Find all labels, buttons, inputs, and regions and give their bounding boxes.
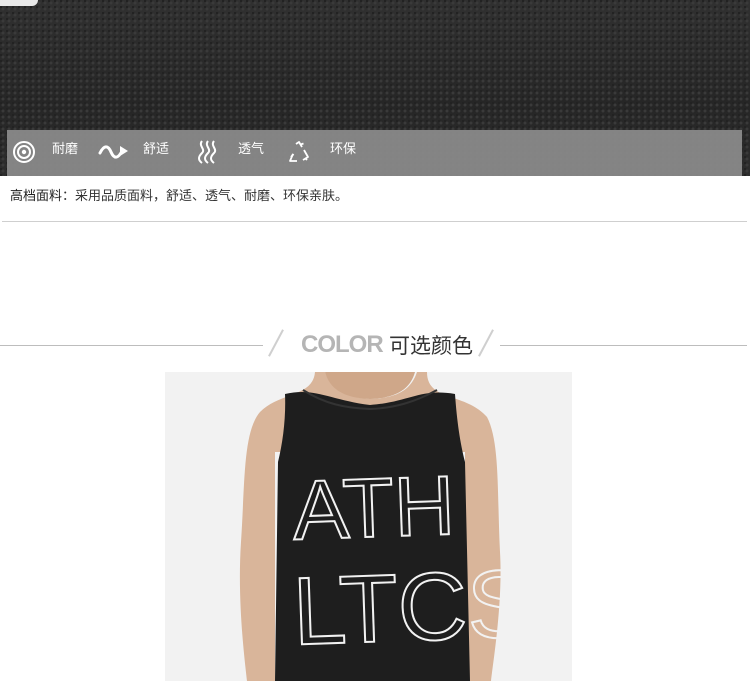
heading-line-right — [500, 345, 747, 346]
shirt-print-line-1: ATH — [291, 458, 456, 558]
airflow-waves-icon — [195, 138, 221, 166]
fabric-corner-detail — [0, 0, 38, 6]
heading-line-left — [0, 345, 263, 346]
color-title-cn: 可选颜色 — [389, 335, 473, 358]
feature-label-comfort: 舒适 — [143, 141, 170, 156]
recycle-icon — [286, 138, 312, 166]
description-heading: 高档面料 — [10, 188, 63, 203]
product-photo: ATH LTCS — [165, 372, 572, 681]
description-separator: ： — [62, 188, 76, 203]
feature-label-eco: 环保 — [330, 141, 357, 156]
wave-arrow-icon — [97, 138, 131, 166]
heading-slash-left — [268, 329, 284, 357]
description-text: 采用品质面料，舒适、透气、耐磨、环保亲肤。 — [75, 188, 349, 203]
heading-slash-right — [478, 329, 494, 357]
feature-label-breathable: 透气 — [238, 141, 265, 156]
shirt-print-line-2: LTCS — [291, 550, 533, 665]
feature-label-wear: 耐磨 — [52, 141, 79, 156]
color-section-heading: COLOR 可选颜色 — [0, 324, 750, 364]
section-divider — [2, 221, 747, 222]
target-rings-icon — [11, 138, 37, 166]
fabric-description: 高档面料：采用品质面料，舒适、透气、耐磨、环保亲肤。 — [10, 185, 348, 204]
feature-bar: 耐磨 舒适 透气 环保 — [7, 130, 742, 176]
color-title-en: COLOR — [301, 331, 384, 358]
